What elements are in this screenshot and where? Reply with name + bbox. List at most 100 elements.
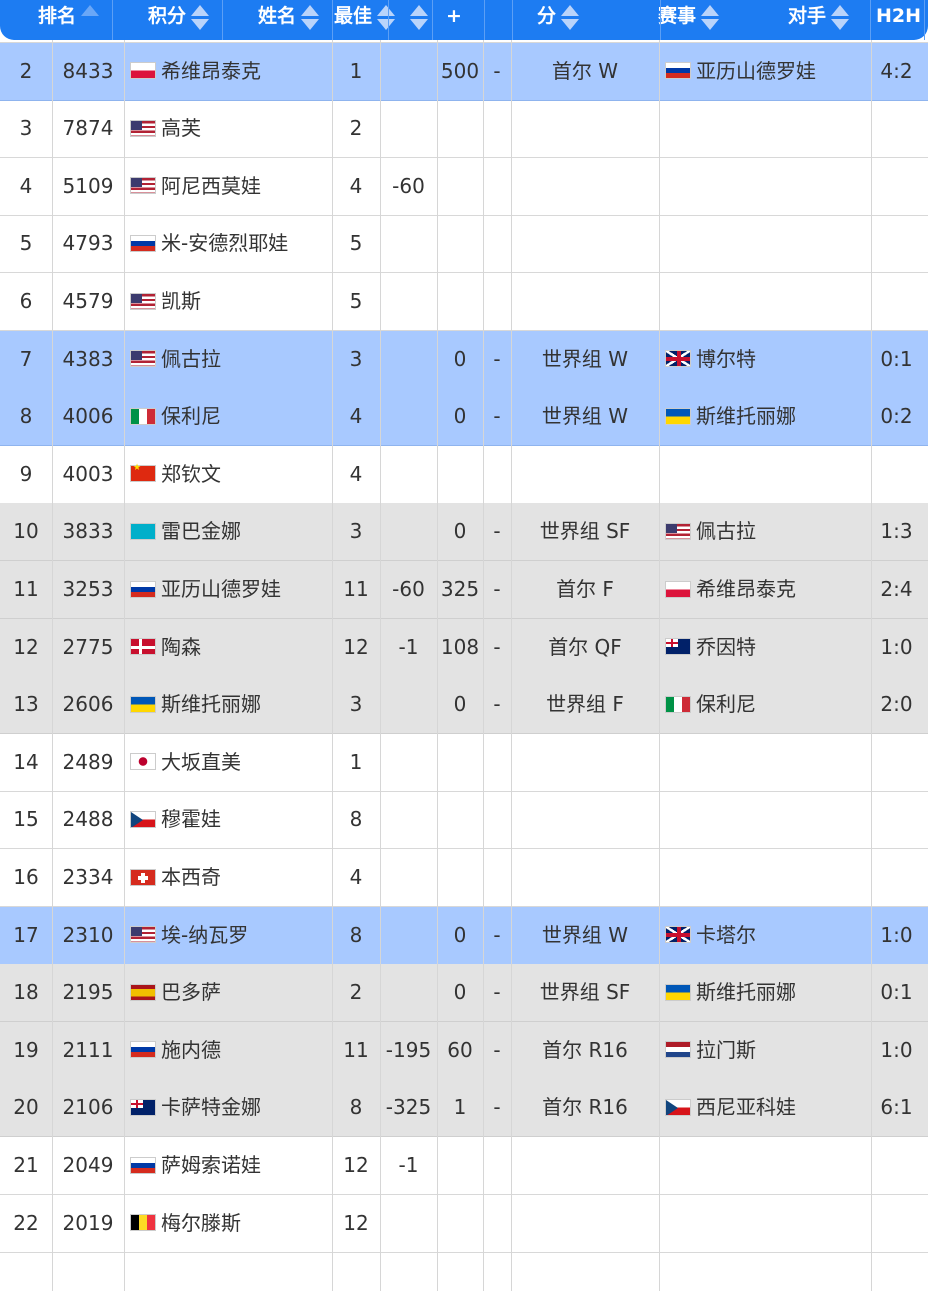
table-row[interactable]: 2 8433 希维昂泰克 1 500- 首尔 W 亚历山德罗娃 4:2 <box>0 42 928 101</box>
h2h-cell-text: 2:0 <box>880 692 913 717</box>
rank-cell: 9 <box>0 446 52 503</box>
h2h-cell: 1:0 <box>871 619 922 676</box>
table-row[interactable]: 5 4793 米-安德烈耶娃 5 <box>0 215 928 274</box>
sort-ascending-icon[interactable] <box>80 2 100 32</box>
column-divider <box>380 40 381 1291</box>
table-row[interactable]: 4 5109 阿尼西莫娃 4 -60 <box>0 158 928 216</box>
best-rank-cell: 1 <box>332 734 380 791</box>
table-row[interactable]: 11 3253 亚历山德罗娃 11 -60 325- 首尔 F 希维昂泰克 2:4 <box>0 561 928 619</box>
header-rank[interactable]: 排名 <box>38 0 100 32</box>
best-rank-cell: 11 <box>332 1022 380 1079</box>
best-rank-cell: 4 <box>332 388 380 445</box>
table-row[interactable]: 22 2019 梅尔滕斯 12 <box>0 1195 928 1253</box>
points-cell: 3253 <box>52 561 124 618</box>
sort-icon[interactable] <box>409 2 429 32</box>
rank-cell-text: 18 <box>13 980 39 1005</box>
sort-icon[interactable] <box>560 2 580 32</box>
player-name-cell-text: 雷巴金娜 <box>161 519 241 544</box>
best-rank-cell: 12 <box>332 619 380 676</box>
table-row[interactable]: 7 4383 佩古拉 3 0 - 世界组 W 博尔特 0:1 <box>0 330 928 389</box>
table-row[interactable]: 13 2606 斯维托丽娜 3 0 - 世界组 F 保利尼 2:0 <box>0 676 928 735</box>
rank-cell-text: 9 <box>19 461 33 486</box>
player-name-cell-text: 卡萨特金娜 <box>161 1095 261 1120</box>
score-cell: - <box>483 619 511 676</box>
best-rank-cell: 12 <box>332 1137 380 1194</box>
points-added-cell-text: 0 <box>453 404 467 429</box>
points-change-cell-text: -60 <box>392 173 425 198</box>
header-event-label: 赛事 <box>658 5 697 27</box>
ranking-table: 排名积分姓名最佳+分赛事对手H2H 111225萨巴连卡128433希维昂泰克1… <box>0 0 928 1291</box>
points-added-cell: 325 <box>437 561 483 618</box>
table-row[interactable]: 8 4006 保利尼 4 0 - 世界组 W 斯维托丽娜 0:2 <box>0 388 928 447</box>
score-cell <box>483 1137 511 1194</box>
sort-icon[interactable] <box>830 2 850 32</box>
points-added-cell <box>437 791 483 848</box>
points-cell: 2775 <box>52 619 124 676</box>
header-event[interactable]: 赛事 <box>658 0 720 32</box>
header-divider <box>870 0 871 40</box>
header-opponent[interactable]: 对手 <box>788 0 850 32</box>
points-added-cell: 60 <box>437 1022 483 1079</box>
points-cell: 2106 <box>52 1079 124 1136</box>
table-row[interactable]: 12 2775 陶森 12 -1 108- 首尔 QF 乔因特 1:0 <box>0 618 928 677</box>
player-name-cell-text: 埃-纳瓦罗 <box>161 922 249 947</box>
opponent-cell: 卡塔尔 <box>659 907 871 964</box>
table-row[interactable]: 10 3833 雷巴金娜 3 0 - 世界组 SF 佩古拉 1:3 <box>0 503 928 562</box>
points-cell-text: 2606 <box>62 692 114 717</box>
rank-cell-text: 14 <box>13 749 39 774</box>
table-row[interactable]: 18 2195 巴多萨 2 0 - 世界组 SF 斯维托丽娜 0:1 <box>0 964 928 1023</box>
score-cell-text: - <box>493 58 501 83</box>
header-change[interactable] <box>405 0 429 32</box>
table-row[interactable]: 16 2334 本西奇 4 <box>0 849 928 907</box>
player-name-cell: 凯斯 <box>124 273 332 330</box>
table-row[interactable]: 14 2489 大坂直美 1 <box>0 734 928 792</box>
points-cell-text: 4579 <box>62 289 114 313</box>
player-name-cell-text: 梅尔滕斯 <box>161 1210 241 1235</box>
player-name-cell: 大坂直美 <box>124 734 332 791</box>
header-plus-label: + <box>446 5 462 27</box>
header-points[interactable]: 积分 <box>148 0 210 32</box>
event-cell: 世界组 SF <box>511 964 659 1021</box>
player-name-cell: 佩古拉 <box>124 331 332 388</box>
points-cell-text: 5109 <box>62 173 114 198</box>
sort-icon[interactable] <box>190 2 210 32</box>
rank-cell-text: 12 <box>13 634 39 659</box>
table-row[interactable]: 15 2488 穆霍娃 8 <box>0 791 928 850</box>
header-divider <box>222 0 223 40</box>
table-row[interactable]: 21 2049 萨姆索诺娃 12 -1 <box>0 1137 928 1195</box>
points-added-cell-text: 325 <box>440 577 480 601</box>
header-best[interactable]: 最佳 <box>334 0 396 32</box>
table-row[interactable]: 9 4003 郑钦文 4 <box>0 446 928 504</box>
best-rank-cell: 11 <box>332 561 380 618</box>
table-header: 排名 积分 姓名 最佳 + 分 赛事 对手 H2H <box>0 0 928 40</box>
sort-icon[interactable] <box>700 2 720 32</box>
points-added-cell-text: 0 <box>453 692 467 717</box>
sort-icon[interactable] <box>300 2 320 32</box>
player-name-cell-text: 穆霍娃 <box>161 807 221 832</box>
table-row[interactable]: 20 2106 卡萨特金娜 8 -325 1 - 首尔 R16 西尼亚科娃 6:1 <box>0 1079 928 1138</box>
table-row[interactable]: 19 2111 施内德 11 -195 60- 首尔 R16 拉门斯 1:0 <box>0 1021 928 1080</box>
country-flag-icon <box>130 695 156 713</box>
header-name-label: 姓名 <box>258 5 297 27</box>
table-row[interactable]: 17 2310 埃-纳瓦罗 8 0 - 世界组 W 卡塔尔 1:0 <box>0 906 928 965</box>
table-row[interactable]: 3 7874 高芙 2 <box>0 100 928 159</box>
opponent-cell: 斯维托丽娜 <box>659 388 871 445</box>
rank-cell: 3 <box>0 100 52 157</box>
score-cell: - <box>483 43 511 100</box>
best-rank-cell-text: 3 <box>349 519 363 544</box>
header-opponent-label: 对手 <box>788 5 827 27</box>
rank-cell-text: 6 <box>19 289 33 313</box>
best-rank-cell-text: 11 <box>343 577 369 601</box>
player-name-cell: 梅尔滕斯 <box>124 1195 332 1252</box>
rank-cell-text: 7 <box>19 346 33 371</box>
table-row[interactable]: 6 4579 凯斯 5 <box>0 273 928 331</box>
country-flag-icon <box>130 1214 156 1232</box>
score-cell <box>483 100 511 157</box>
header-name[interactable]: 姓名 <box>258 0 320 32</box>
header-h2h[interactable]: H2H <box>876 0 921 32</box>
opponent-flag-icon <box>665 407 691 425</box>
header-score[interactable]: 分 <box>537 0 580 32</box>
header-plus[interactable]: + <box>446 0 462 32</box>
points-cell-text: 4793 <box>62 231 114 256</box>
sort-icon[interactable] <box>376 2 396 32</box>
